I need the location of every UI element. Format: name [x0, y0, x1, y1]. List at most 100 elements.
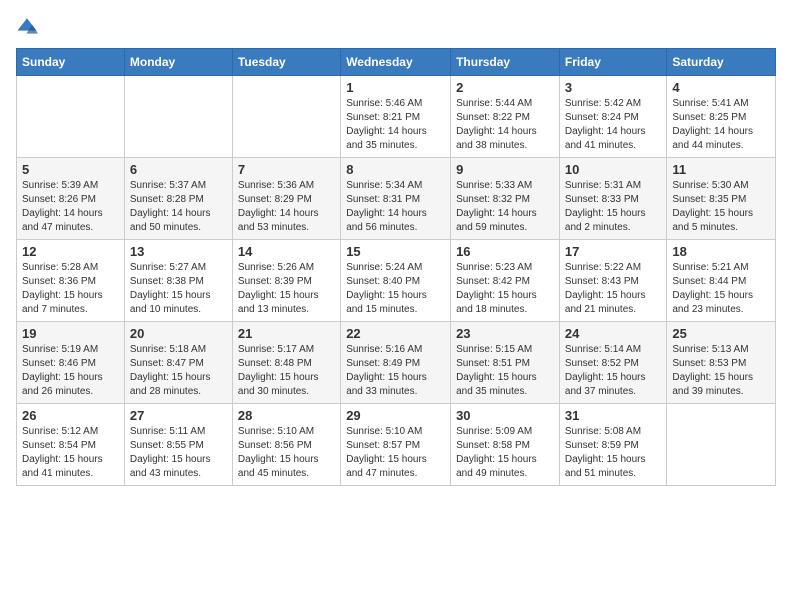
day-info: Sunrise: 5:13 AMSunset: 8:53 PMDaylight:… [672, 343, 770, 399]
day-number: 3 [565, 80, 661, 95]
day-number: 9 [456, 162, 554, 177]
day-cell: 24 Sunrise: 5:14 AMSunset: 8:52 PMDayligh… [559, 322, 666, 404]
weekday-header-wednesday: Wednesday [341, 49, 451, 76]
day-info: Sunrise: 5:24 AMSunset: 8:40 PMDaylight:… [346, 261, 445, 317]
day-info: Sunrise: 5:22 AMSunset: 8:43 PMDaylight:… [565, 261, 661, 317]
day-info: Sunrise: 5:41 AMSunset: 8:25 PMDaylight:… [672, 97, 770, 153]
day-cell: 23 Sunrise: 5:15 AMSunset: 8:51 PMDayligh… [451, 322, 560, 404]
day-number: 23 [456, 326, 554, 341]
day-cell: 14Sunrise: 5:26 AMSunset: 8:39 PMDayligh… [232, 240, 340, 322]
week-row-1: 1Sunrise: 5:46 AMSunset: 8:21 PMDaylight… [17, 76, 776, 158]
day-cell: 21 Sunrise: 5:17 AMSunset: 8:48 PMDayligh… [232, 322, 340, 404]
day-info: Sunrise: 5:19 AMSunset: 8:46 PMDaylight:… [22, 343, 119, 399]
day-info: Sunrise: 5:23 AMSunset: 8:42 PMDaylight:… [456, 261, 554, 317]
day-cell: 22 Sunrise: 5:16 AMSunset: 8:49 PMDayligh… [341, 322, 451, 404]
day-number: 15 [346, 244, 445, 259]
day-number: 5 [22, 162, 119, 177]
day-cell: 29 Sunrise: 5:10 AMSunset: 8:57 PMDayligh… [341, 404, 451, 486]
day-cell: 5Sunrise: 5:39 AMSunset: 8:26 PMDaylight… [17, 158, 125, 240]
day-number: 20 [130, 326, 227, 341]
day-info: Sunrise: 5:42 AMSunset: 8:24 PMDaylight:… [565, 97, 661, 153]
week-row-3: 12 Sunrise: 5:28 AMSunset: 8:36 PMDayligh… [17, 240, 776, 322]
day-number: 29 [346, 408, 445, 423]
day-cell: 13Sunrise: 5:27 AMSunset: 8:38 PMDayligh… [124, 240, 232, 322]
day-number: 18 [672, 244, 770, 259]
day-cell: 12 Sunrise: 5:28 AMSunset: 8:36 PMDayligh… [17, 240, 125, 322]
day-number: 8 [346, 162, 445, 177]
day-number: 28 [238, 408, 335, 423]
weekday-header-friday: Friday [559, 49, 666, 76]
logo-icon [16, 16, 38, 38]
calendar-table: SundayMondayTuesdayWednesdayThursdayFrid… [16, 48, 776, 486]
day-number: 21 [238, 326, 335, 341]
day-info: Sunrise: 5:10 AMSunset: 8:56 PMDaylight:… [238, 425, 335, 481]
weekday-header-row: SundayMondayTuesdayWednesdayThursdayFrid… [17, 49, 776, 76]
day-cell [124, 76, 232, 158]
day-cell: 10 Sunrise: 5:31 AMSunset: 8:33 PMDayligh… [559, 158, 666, 240]
day-info: Sunrise: 5:16 AMSunset: 8:49 PMDaylight:… [346, 343, 445, 399]
day-cell: 9 Sunrise: 5:33 AMSunset: 8:32 PMDaylight… [451, 158, 560, 240]
day-number: 16 [456, 244, 554, 259]
day-cell: 27Sunrise: 5:11 AMSunset: 8:55 PMDayligh… [124, 404, 232, 486]
day-info: Sunrise: 5:18 AMSunset: 8:47 PMDaylight:… [130, 343, 227, 399]
day-info: Sunrise: 5:08 AMSunset: 8:59 PMDaylight:… [565, 425, 661, 481]
day-cell [667, 404, 776, 486]
day-cell: 17 Sunrise: 5:22 AMSunset: 8:43 PMDayligh… [559, 240, 666, 322]
day-info: Sunrise: 5:36 AMSunset: 8:29 PMDaylight:… [238, 179, 335, 235]
day-info: Sunrise: 5:17 AMSunset: 8:48 PMDaylight:… [238, 343, 335, 399]
day-cell: 15 Sunrise: 5:24 AMSunset: 8:40 PMDayligh… [341, 240, 451, 322]
day-cell: 6Sunrise: 5:37 AMSunset: 8:28 PMDaylight… [124, 158, 232, 240]
day-info: Sunrise: 5:15 AMSunset: 8:51 PMDaylight:… [456, 343, 554, 399]
day-number: 1 [346, 80, 445, 95]
day-number: 30 [456, 408, 554, 423]
day-cell [17, 76, 125, 158]
day-cell: 3 Sunrise: 5:42 AMSunset: 8:24 PMDaylight… [559, 76, 666, 158]
day-info: Sunrise: 5:34 AMSunset: 8:31 PMDaylight:… [346, 179, 445, 235]
day-cell: 1Sunrise: 5:46 AMSunset: 8:21 PMDaylight… [341, 76, 451, 158]
day-cell: 26Sunrise: 5:12 AMSunset: 8:54 PMDayligh… [17, 404, 125, 486]
day-info: Sunrise: 5:44 AMSunset: 8:22 PMDaylight:… [456, 97, 554, 153]
day-number: 11 [672, 162, 770, 177]
day-number: 24 [565, 326, 661, 341]
day-info: Sunrise: 5:30 AMSunset: 8:35 PMDaylight:… [672, 179, 770, 235]
weekday-header-sunday: Sunday [17, 49, 125, 76]
weekday-header-thursday: Thursday [451, 49, 560, 76]
week-row-5: 26Sunrise: 5:12 AMSunset: 8:54 PMDayligh… [17, 404, 776, 486]
day-cell: 11 Sunrise: 5:30 AMSunset: 8:35 PMDayligh… [667, 158, 776, 240]
day-info: Sunrise: 5:12 AMSunset: 8:54 PMDaylight:… [22, 425, 119, 481]
day-cell: 16 Sunrise: 5:23 AMSunset: 8:42 PMDayligh… [451, 240, 560, 322]
day-info: Sunrise: 5:33 AMSunset: 8:32 PMDaylight:… [456, 179, 554, 235]
day-cell: 31 Sunrise: 5:08 AMSunset: 8:59 PMDayligh… [559, 404, 666, 486]
day-cell: 28 Sunrise: 5:10 AMSunset: 8:56 PMDayligh… [232, 404, 340, 486]
logo [16, 16, 42, 38]
day-info: Sunrise: 5:31 AMSunset: 8:33 PMDaylight:… [565, 179, 661, 235]
day-number: 31 [565, 408, 661, 423]
day-cell: 7Sunrise: 5:36 AMSunset: 8:29 PMDaylight… [232, 158, 340, 240]
day-cell: 2 Sunrise: 5:44 AMSunset: 8:22 PMDaylight… [451, 76, 560, 158]
day-cell [232, 76, 340, 158]
day-number: 17 [565, 244, 661, 259]
day-info: Sunrise: 5:10 AMSunset: 8:57 PMDaylight:… [346, 425, 445, 481]
day-number: 25 [672, 326, 770, 341]
day-cell: 20 Sunrise: 5:18 AMSunset: 8:47 PMDayligh… [124, 322, 232, 404]
day-number: 27 [130, 408, 227, 423]
day-cell: 4 Sunrise: 5:41 AMSunset: 8:25 PMDaylight… [667, 76, 776, 158]
week-row-2: 5Sunrise: 5:39 AMSunset: 8:26 PMDaylight… [17, 158, 776, 240]
day-cell: 19Sunrise: 5:19 AMSunset: 8:46 PMDayligh… [17, 322, 125, 404]
day-info: Sunrise: 5:14 AMSunset: 8:52 PMDaylight:… [565, 343, 661, 399]
day-number: 14 [238, 244, 335, 259]
day-number: 22 [346, 326, 445, 341]
day-cell: 18Sunrise: 5:21 AMSunset: 8:44 PMDayligh… [667, 240, 776, 322]
day-number: 4 [672, 80, 770, 95]
day-number: 12 [22, 244, 119, 259]
day-info: Sunrise: 5:09 AMSunset: 8:58 PMDaylight:… [456, 425, 554, 481]
day-number: 2 [456, 80, 554, 95]
day-number: 13 [130, 244, 227, 259]
weekday-header-saturday: Saturday [667, 49, 776, 76]
day-number: 10 [565, 162, 661, 177]
weekday-header-monday: Monday [124, 49, 232, 76]
week-row-4: 19Sunrise: 5:19 AMSunset: 8:46 PMDayligh… [17, 322, 776, 404]
day-info: Sunrise: 5:37 AMSunset: 8:28 PMDaylight:… [130, 179, 227, 235]
day-cell: 30 Sunrise: 5:09 AMSunset: 8:58 PMDayligh… [451, 404, 560, 486]
day-info: Sunrise: 5:28 AMSunset: 8:36 PMDaylight:… [22, 261, 119, 317]
